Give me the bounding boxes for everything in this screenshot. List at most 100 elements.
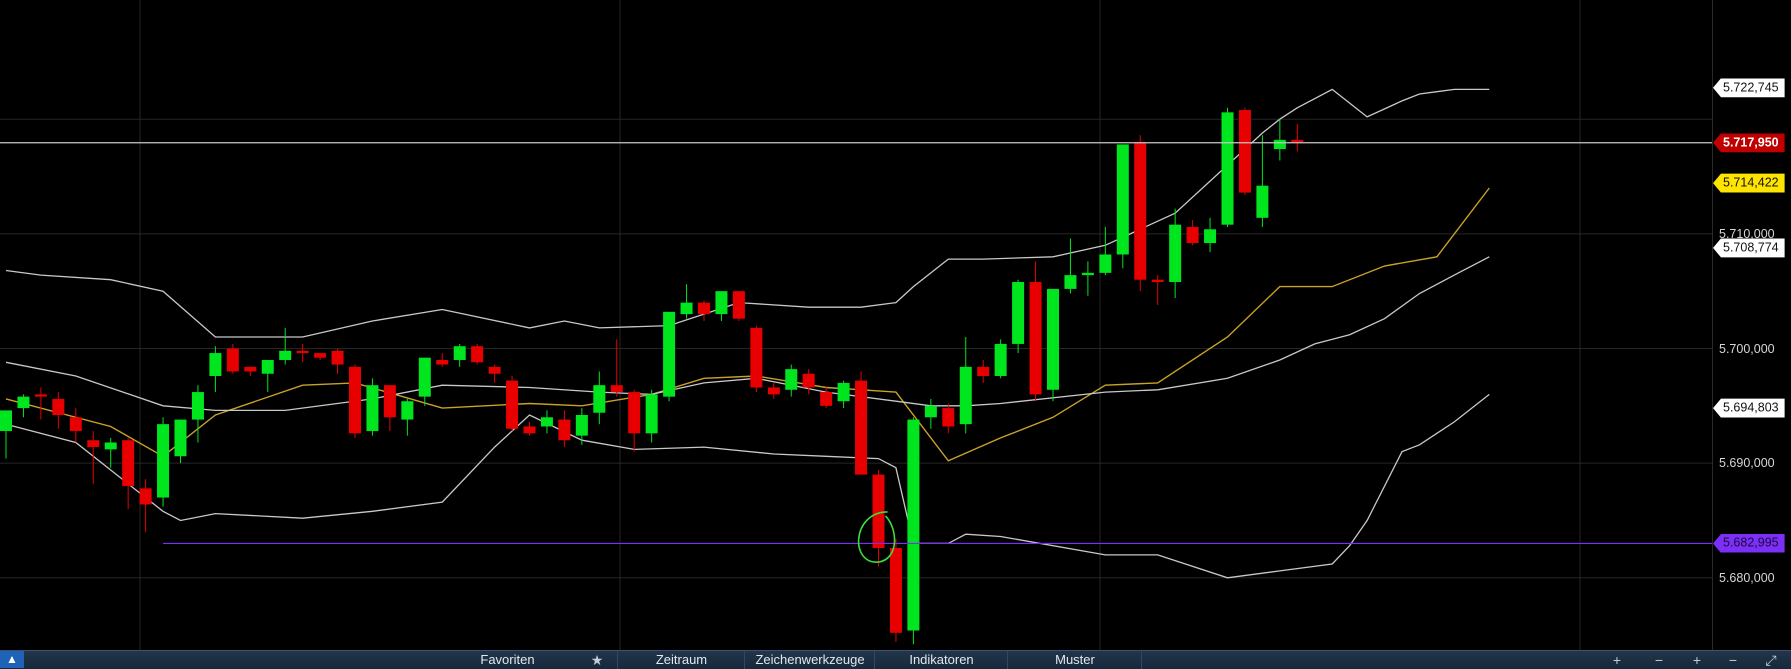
candle-body (122, 440, 135, 487)
candle-body (261, 359, 274, 374)
candle-body (331, 350, 344, 365)
candle-body (191, 392, 204, 420)
candle-body (1238, 110, 1251, 193)
candle-body (680, 302, 693, 315)
candle-body (1029, 282, 1042, 395)
candle-body (924, 405, 937, 418)
collapse-icon[interactable]: − (1722, 651, 1744, 669)
price-chart[interactable] (0, 0, 1712, 650)
candle-body (907, 419, 920, 631)
candle-body (244, 366, 257, 372)
toolbar-muster-button[interactable]: Muster (1007, 651, 1142, 669)
candle-body (314, 353, 327, 358)
toolbar-zeichenwerkzeuge-button[interactable]: Zeichenwerkzeuge (744, 651, 875, 669)
star-icon[interactable]: ★ (586, 651, 608, 669)
candle-body (977, 366, 990, 377)
candle-body (558, 419, 571, 441)
candle-body (540, 417, 553, 427)
candle-body (1256, 185, 1269, 218)
candle-body (157, 424, 170, 498)
candle-body (1099, 254, 1112, 273)
chart-toolbar: Favoriten ★ Zeitraum Zeichenwerkzeuge In… (0, 650, 1791, 669)
toolbar-zeichenwerkzeuge-label: Zeichenwerkzeuge (755, 652, 865, 667)
plus-icon[interactable]: + (1686, 651, 1708, 669)
price-tag-white: 5.722,745 (1713, 78, 1785, 98)
price-axis[interactable]: 5.710,000 5.700,000 5.690,000 5.680,000 5.7… (1712, 0, 1791, 650)
candle-body (1169, 224, 1182, 283)
candle-body (52, 398, 65, 415)
minus-icon[interactable]: − (1648, 651, 1670, 669)
plus-icon[interactable]: + (1606, 651, 1628, 669)
toolbar-favoriten-button[interactable]: Favoriten (455, 651, 560, 669)
candle-body (523, 426, 536, 434)
candle-body (1221, 112, 1234, 225)
candle-body (104, 442, 117, 450)
candle-body (69, 417, 82, 432)
toolbar-indikatoren-button[interactable]: Indikatoren (874, 651, 1008, 669)
candle-body (837, 382, 850, 402)
candle-body (802, 373, 815, 388)
candle-body (436, 359, 449, 365)
candle-body (1204, 229, 1217, 244)
candle-body (663, 311, 676, 397)
candle-body (889, 547, 902, 633)
horizontal-lines[interactable] (0, 142, 1712, 545)
candle-body (942, 408, 955, 427)
price-tag-white: 5.694,803 (1713, 398, 1785, 418)
price-tick-label: 5.690,000 (1719, 456, 1775, 471)
price-tick-label: 5.700,000 (1719, 341, 1775, 356)
candle-body (1273, 139, 1286, 150)
candle-body (418, 357, 431, 397)
candle-body (1064, 275, 1077, 289)
candle-body (226, 348, 239, 372)
candle-body (959, 366, 972, 425)
candle-body (698, 302, 710, 315)
candle-body (296, 350, 309, 354)
toolbar-zeitraum-label: Zeitraum (655, 652, 708, 667)
toolbar-zeitraum-button[interactable]: Zeitraum (617, 651, 745, 669)
candle-body (87, 440, 100, 448)
candle-body (785, 369, 798, 390)
candle-body (750, 327, 763, 388)
toolbar-muster-label: Muster (1055, 652, 1095, 667)
candle-body (732, 291, 745, 319)
candle-body (383, 385, 396, 418)
candle-body (820, 392, 833, 406)
price-tick-label: 5.680,000 (1719, 570, 1775, 585)
price-tag-white: 5.708,774 (1713, 238, 1785, 258)
candle-body (1134, 142, 1147, 280)
candle-body (17, 396, 30, 409)
expand-icon[interactable]: ⤢ (1760, 651, 1782, 669)
toolbar-favoriten-label: Favoriten (480, 652, 535, 667)
chevron-up-icon[interactable]: ▲ (0, 651, 24, 668)
toolbar-indikatoren-label: Indikatoren (909, 652, 974, 667)
chart-grid (0, 0, 1712, 650)
candle-body (209, 353, 222, 377)
candle-body (1012, 282, 1025, 344)
candle-body (401, 401, 414, 420)
candle-body (1186, 226, 1199, 244)
candle-body (506, 380, 519, 429)
band-inner-upper-line (5, 256, 1490, 412)
candle-body (139, 488, 152, 505)
candle-body (994, 343, 1007, 377)
candlestick-series (0, 107, 1304, 645)
candle-body (575, 414, 588, 436)
candle-body (767, 387, 780, 395)
candle-body (855, 380, 868, 475)
candle-body (628, 392, 641, 434)
candle-body (1291, 139, 1304, 143)
candle-body (1081, 272, 1094, 276)
candle-body (488, 366, 501, 374)
candle-body (349, 366, 361, 434)
toolbar-divider (1141, 651, 1143, 669)
candle-body (593, 385, 606, 413)
candle-body (34, 394, 47, 397)
candle-body (453, 346, 466, 360)
candle-body (610, 385, 623, 393)
price-tag-purple: 5.682,995 (1713, 533, 1785, 553)
candle-body (1151, 279, 1164, 283)
candle-body (645, 394, 658, 434)
candle-body (1047, 288, 1059, 390)
candle-body (279, 350, 292, 360)
